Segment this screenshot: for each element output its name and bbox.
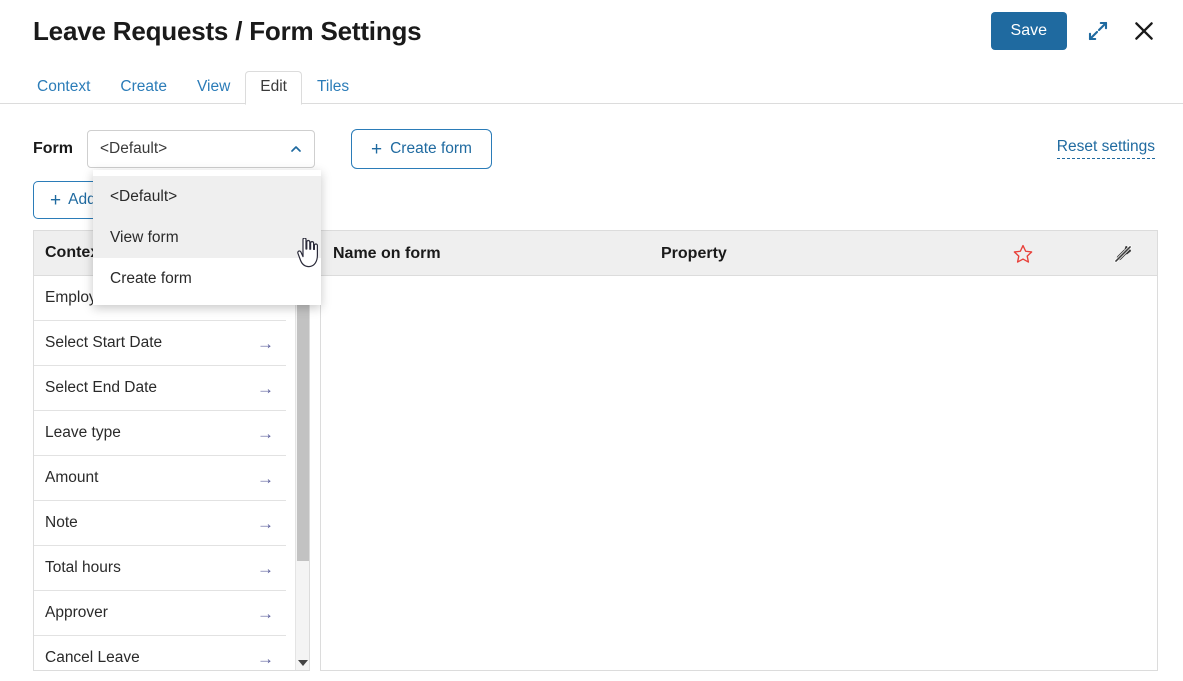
arrow-right-icon[interactable]: → xyxy=(257,425,274,442)
dropdown-option-view-form[interactable]: View form xyxy=(93,217,321,258)
page-title: Leave Requests / Form Settings xyxy=(33,16,422,46)
list-item[interactable]: Approver → xyxy=(34,591,286,636)
table-header-row: Name on form Property xyxy=(321,231,1157,276)
header-actions: Save xyxy=(990,12,1159,50)
form-selector-row: Form <Default> + Create form xyxy=(33,129,492,169)
context-list: Employee → Select Start Date → Select En… xyxy=(34,276,309,670)
arrow-right-icon[interactable]: → xyxy=(257,380,274,397)
list-item[interactable]: Cancel Leave → xyxy=(34,636,286,670)
tab-tiles[interactable]: Tiles xyxy=(302,71,364,104)
dropdown-option-default[interactable]: <Default> xyxy=(93,176,321,217)
plus-icon: + xyxy=(371,138,383,160)
form-settings-dialog: Leave Requests / Form Settings Save Cont… xyxy=(0,0,1183,681)
dropdown-option-create-form[interactable]: Create form xyxy=(93,258,321,299)
save-button[interactable]: Save xyxy=(990,12,1067,50)
create-form-button-label: Create form xyxy=(390,140,472,157)
plus-icon: + xyxy=(50,189,62,211)
add-button-label: Add xyxy=(68,191,96,208)
list-item-label: Leave type xyxy=(45,424,121,441)
scrollbar-thumb[interactable] xyxy=(297,281,309,561)
list-item-label: Cancel Leave xyxy=(45,649,140,666)
form-select-value: <Default> xyxy=(100,140,168,157)
star-icon[interactable] xyxy=(1008,231,1038,276)
list-item-label: Amount xyxy=(45,469,99,486)
list-item-label: Approver xyxy=(45,604,108,621)
list-item[interactable]: Note → xyxy=(34,501,286,546)
list-item[interactable]: Select End Date → xyxy=(34,366,286,411)
form-fields-table: Name on form Property xyxy=(320,230,1158,671)
list-item-label: Note xyxy=(45,514,78,531)
tab-edit[interactable]: Edit xyxy=(245,71,302,105)
tab-bar: Context Create View Edit Tiles xyxy=(0,70,1183,105)
arrow-right-icon[interactable]: → xyxy=(257,650,274,667)
expand-icon[interactable] xyxy=(1083,16,1113,46)
dialog-header: Leave Requests / Form Settings Save xyxy=(0,0,1183,66)
tab-view[interactable]: View xyxy=(182,71,245,104)
form-label: Form xyxy=(33,140,73,157)
pin-off-icon[interactable] xyxy=(1108,231,1138,276)
list-item-label: Select Start Date xyxy=(45,334,163,351)
arrow-right-icon[interactable]: → xyxy=(257,470,274,487)
list-item[interactable]: Amount → xyxy=(34,456,286,501)
column-header-property[interactable]: Property xyxy=(661,231,727,276)
list-item[interactable]: Select Start Date → xyxy=(34,321,286,366)
table-body xyxy=(321,276,1157,670)
list-item[interactable]: Leave type → xyxy=(34,411,286,456)
list-item[interactable]: Total hours → xyxy=(34,546,286,591)
create-form-button[interactable]: + Create form xyxy=(351,129,492,169)
arrow-right-icon[interactable]: → xyxy=(257,335,274,352)
reset-settings-link[interactable]: Reset settings xyxy=(1056,138,1155,159)
tab-create[interactable]: Create xyxy=(105,71,182,104)
arrow-right-icon[interactable]: → xyxy=(257,605,274,622)
context-list-scrollbar[interactable] xyxy=(295,276,309,670)
arrow-right-icon[interactable]: → xyxy=(257,560,274,577)
tab-context[interactable]: Context xyxy=(22,71,105,104)
form-select[interactable]: <Default> xyxy=(87,130,315,168)
scroll-down-icon[interactable] xyxy=(296,655,309,670)
chevron-up-icon xyxy=(289,142,303,156)
arrow-right-icon[interactable]: → xyxy=(257,515,274,532)
list-item-label: Total hours xyxy=(45,559,121,576)
list-item-label: Select End Date xyxy=(45,379,158,396)
close-icon[interactable] xyxy=(1129,16,1159,46)
form-select-dropdown: <Default> View form Create form xyxy=(93,170,321,305)
column-header-name-on-form[interactable]: Name on form xyxy=(333,231,441,276)
